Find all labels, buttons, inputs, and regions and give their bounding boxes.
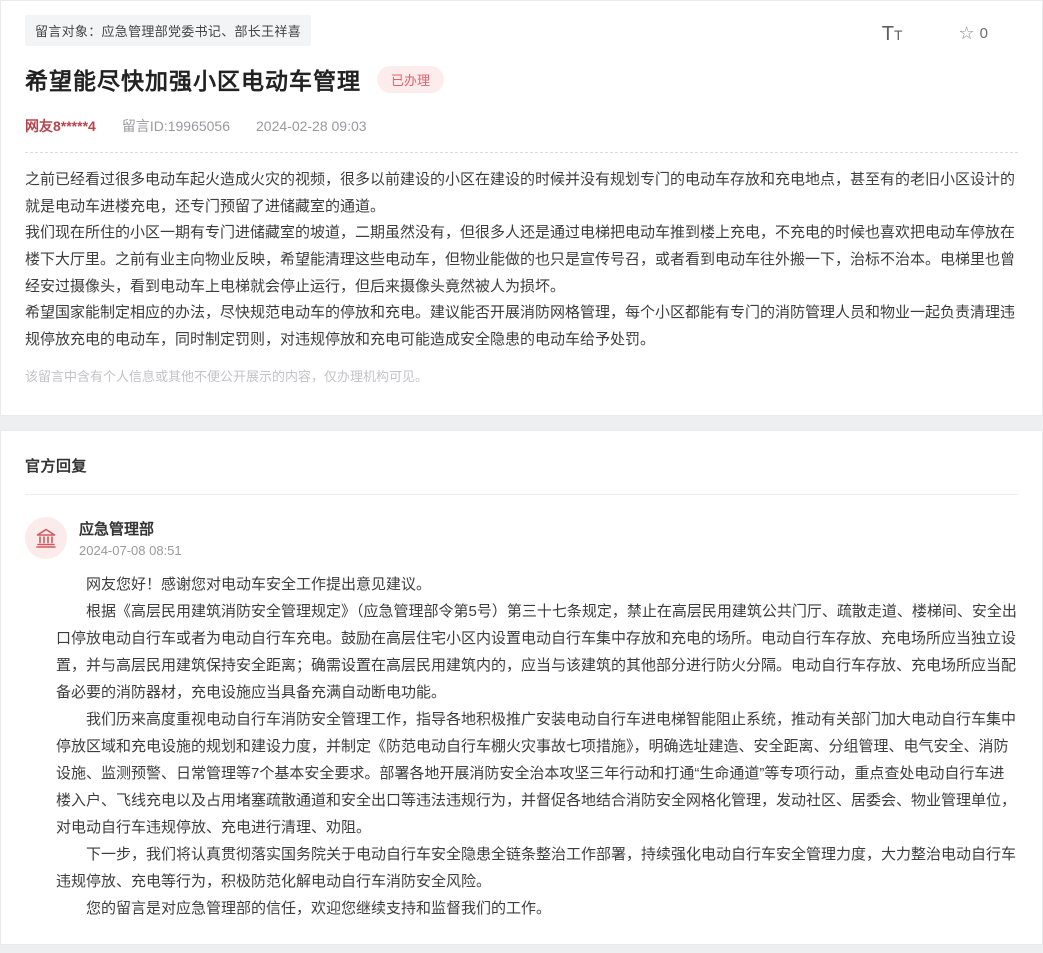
- reply-paragraph: 您的留言是对应急管理部的信任，欢迎您继续支持和监督我们的工作。: [56, 895, 1018, 922]
- font-size-button[interactable]: TT: [882, 24, 903, 44]
- message-title: 希望能尽快加强小区电动车管理: [25, 62, 361, 96]
- message-title-row: 希望能尽快加强小区电动车管理 已办理: [25, 62, 1018, 96]
- agency-name: 应急管理部: [79, 518, 182, 539]
- message-card: 留言对象：应急管理部党委书记、部长王祥喜 TT ☆ 0 希望能尽快加强小区电动车…: [0, 0, 1043, 416]
- favorite-button[interactable]: ☆ 0: [959, 23, 988, 44]
- message-paragraph: 希望国家能制定相应的办法，尽快规范电动车的停放和充电。建议能否开展消防网格管理，…: [25, 300, 1018, 353]
- reply-author-block: 应急管理部 2024-07-08 08:51: [79, 518, 182, 558]
- reply-header: 应急管理部 2024-07-08 08:51: [25, 517, 1018, 559]
- message-date: 2024-02-28 09:03: [256, 118, 367, 134]
- message-id: 留言ID:19965056: [122, 116, 230, 136]
- font-size-large-glyph: T: [882, 23, 894, 45]
- privacy-note: 该留言中含有个人信息或其他不便公开展示的内容，仅办理机构可见。: [25, 366, 1018, 385]
- message-author: 网友8*****4: [25, 116, 96, 136]
- reply-section-title: 官方回复: [25, 455, 1018, 476]
- agency-avatar: [25, 517, 67, 559]
- section-gap: [0, 416, 1043, 430]
- reply-paragraph: 网友您好！感谢您对电动车安全工作提出意见建议。: [56, 571, 1018, 598]
- message-paragraph: 我们现在所住的小区一期有专门进储藏室的坡道，二期虽然没有，但很多人还是通过电梯把…: [25, 220, 1018, 300]
- official-reply-card: 官方回复 应急管理部 2024-07-08 08:51 网友您好！感谢您对电动车…: [0, 430, 1043, 945]
- message-card-top-row: 留言对象：应急管理部党委书记、部长王祥喜 TT ☆ 0: [25, 15, 1018, 46]
- favorite-count: 0: [980, 25, 988, 42]
- reply-paragraph: 我们历来高度重视电动自行车消防安全管理工作，指导各地积极推广安装电动自行车进电梯…: [56, 706, 1018, 841]
- message-body: 之前已经看过很多电动车起火造成火灾的视频，很多以前建设的小区在建设的时候并没有规…: [25, 167, 1018, 354]
- message-paragraph: 之前已经看过很多电动车起火造成火灾的视频，很多以前建设的小区在建设的时候并没有规…: [25, 167, 1018, 220]
- message-meta-row: 网友8*****4 留言ID:19965056 2024-02-28 09:03: [25, 116, 1018, 153]
- government-building-icon: [34, 526, 58, 550]
- reply-paragraph: 根据《高层民用建筑消防安全管理规定》（应急管理部令第5号）第三十七条规定，禁止在…: [56, 598, 1018, 706]
- reply-date: 2024-07-08 08:51: [79, 543, 182, 558]
- reply-divider: [25, 494, 1018, 495]
- message-target-tag: 留言对象：应急管理部党委书记、部长王祥喜: [25, 15, 311, 46]
- star-icon: ☆: [959, 23, 975, 44]
- reply-paragraph: 下一步，我们将认真贯彻落实国务院关于电动自行车安全隐患全链条整治工作部署，持续强…: [56, 841, 1018, 895]
- font-size-small-glyph: T: [894, 27, 903, 43]
- status-badge: 已办理: [377, 66, 444, 93]
- reply-body: 网友您好！感谢您对电动车安全工作提出意见建议。 根据《高层民用建筑消防安全管理规…: [56, 571, 1018, 922]
- message-actions: TT ☆ 0: [882, 15, 1018, 44]
